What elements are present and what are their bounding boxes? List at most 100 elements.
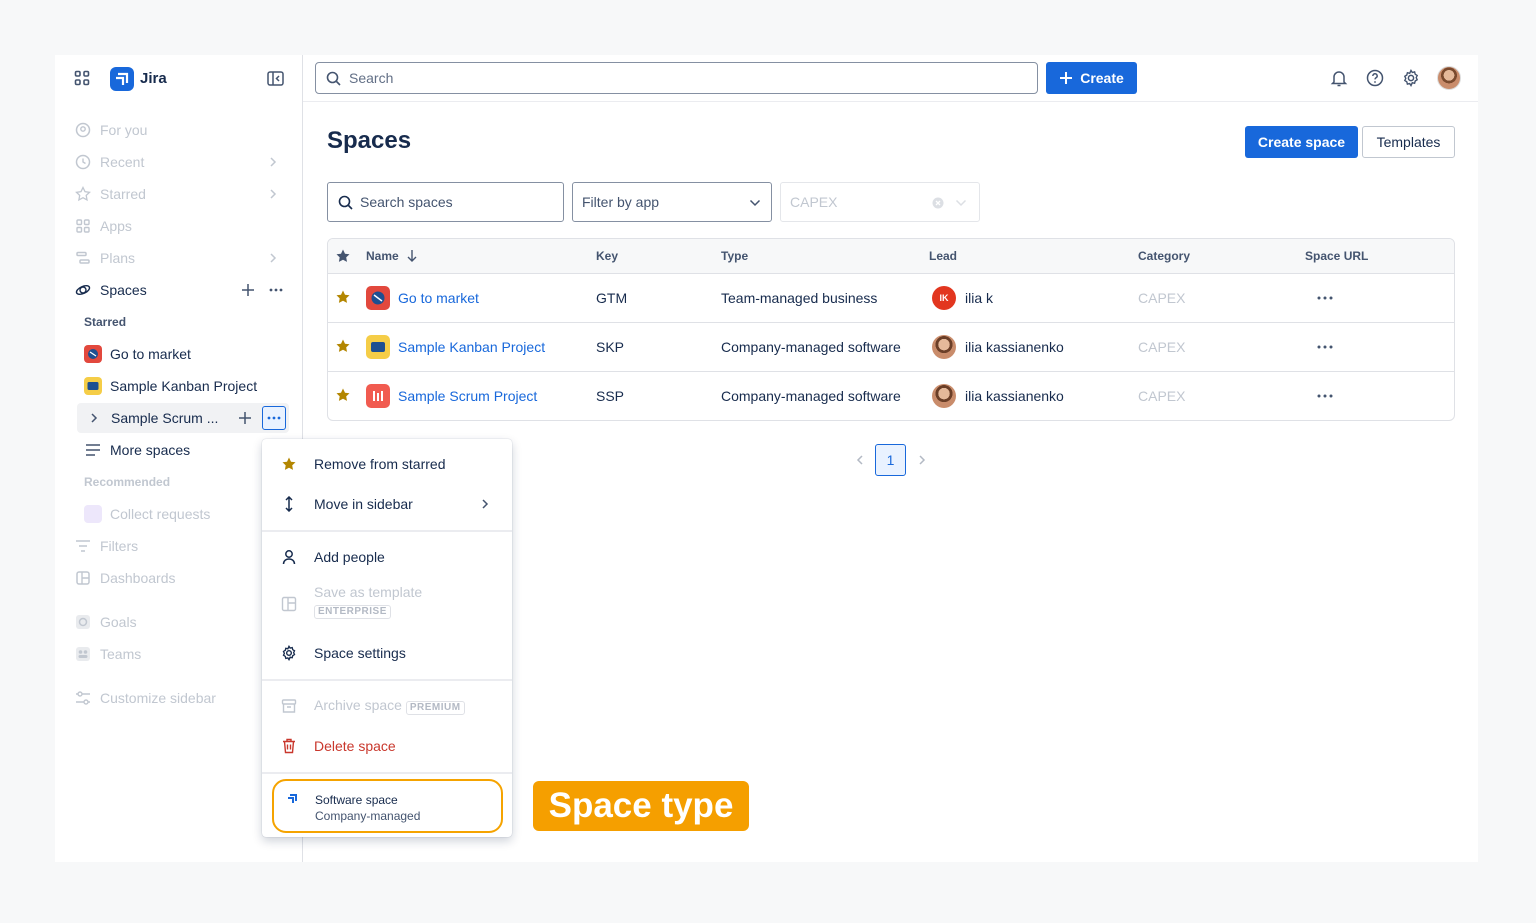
sidebar-item-recent[interactable]: Recent: [69, 147, 289, 177]
menu-item-label: Remove from starred: [314, 456, 446, 472]
sidebar-item-goals[interactable]: Goals: [69, 607, 289, 637]
table-header: Name Key Type Lead Category Space URL: [328, 239, 1454, 274]
settings-gear-icon[interactable]: [1400, 67, 1422, 89]
sidebar-item-starred[interactable]: Starred: [69, 179, 289, 209]
chevron-down-icon: [954, 196, 968, 210]
sidebar-space-sample-scrum[interactable]: Sample Scrum ...: [77, 403, 289, 433]
sidebar-item-apps[interactable]: Apps: [69, 211, 289, 241]
star-icon: [280, 455, 298, 473]
pagination-prev-icon[interactable]: [853, 453, 867, 467]
plans-icon: [74, 249, 92, 267]
starred-star-icon[interactable]: [335, 289, 351, 308]
menu-item-label: Archive space PREMIUM: [314, 697, 465, 715]
lead-avatar: [932, 384, 956, 408]
column-header-category[interactable]: Category: [1138, 249, 1190, 263]
sidebar-space-label: Sample Scrum ...: [111, 410, 219, 426]
jira-logo-icon[interactable]: [110, 67, 134, 91]
notifications-bell-icon[interactable]: [1328, 67, 1350, 89]
table-row: Sample Kanban Project SKP Company-manage…: [328, 323, 1454, 372]
sidebar-space-label: Collect requests: [110, 506, 211, 522]
app-title[interactable]: Jira: [140, 70, 167, 87]
space-type: Team-managed business: [721, 290, 878, 306]
help-icon[interactable]: [1364, 67, 1386, 89]
search-icon: [337, 194, 353, 210]
sidebar-item-teams[interactable]: Teams: [69, 639, 289, 669]
sidebar-space-go-to-market[interactable]: Go to market: [77, 339, 289, 369]
user-avatar[interactable]: [1437, 66, 1461, 90]
sidebar-item-collect-requests[interactable]: Collect requests: [77, 499, 289, 529]
space-type: Company-managed software: [721, 388, 901, 404]
menu-item-archive-space[interactable]: Archive space PREMIUM: [262, 686, 512, 726]
app-switcher-icon[interactable]: [73, 69, 91, 87]
gear-icon: [280, 644, 298, 662]
search-icon: [325, 70, 341, 86]
column-header-space-url[interactable]: Space URL: [1305, 249, 1368, 263]
add-space-icon[interactable]: [239, 281, 257, 299]
enterprise-badge: ENTERPRISE: [314, 605, 391, 619]
menu-item-move-sidebar[interactable]: Move in sidebar: [262, 484, 512, 524]
row-more-options-icon[interactable]: [1314, 287, 1336, 309]
sidebar-item-dashboards[interactable]: Dashboards: [69, 563, 289, 593]
goals-icon: [74, 613, 92, 631]
category-filter-select[interactable]: CAPEX: [780, 182, 980, 222]
pagination-next-icon[interactable]: [915, 453, 929, 467]
row-more-options-icon[interactable]: [1314, 336, 1336, 358]
column-header-type[interactable]: Type: [721, 249, 748, 263]
search-spaces-input[interactable]: Search spaces: [327, 182, 564, 222]
space-type-callout: Space type: [533, 781, 749, 831]
menu-item-delete-space[interactable]: Delete space: [262, 726, 512, 766]
templates-button[interactable]: Templates: [1362, 126, 1455, 158]
space-avatar-icon: [84, 505, 102, 523]
chevron-right-icon[interactable]: [267, 251, 279, 267]
create-button-label: Create: [1080, 70, 1124, 86]
more-options-icon[interactable]: [267, 281, 285, 299]
starred-star-icon[interactable]: [335, 338, 351, 357]
column-header-lead[interactable]: Lead: [929, 249, 957, 263]
sort-arrow-down-icon[interactable]: [405, 248, 419, 264]
plus-icon: [1060, 72, 1073, 84]
space-lead[interactable]: ilia kassianenko: [965, 388, 1064, 404]
sidebar-item-more-spaces[interactable]: More spaces: [77, 435, 289, 465]
sidebar-item-customize[interactable]: Customize sidebar: [69, 683, 289, 713]
sidebar-item-plans[interactable]: Plans: [69, 243, 289, 273]
space-avatar-icon: [84, 345, 102, 363]
filter-by-app-select[interactable]: Filter by app: [572, 182, 772, 222]
space-lead[interactable]: ilia k: [965, 290, 993, 306]
sidebar-item-label: Plans: [100, 250, 136, 266]
trash-icon: [280, 737, 298, 755]
pagination-page-1[interactable]: 1: [875, 444, 906, 476]
sidebar-item-label: Dashboards: [100, 570, 176, 586]
starred-star-icon[interactable]: [335, 387, 351, 406]
menu-item-remove-starred[interactable]: Remove from starred: [262, 444, 512, 484]
sidebar-item-spaces[interactable]: Spaces: [69, 275, 289, 305]
create-space-button[interactable]: Create space: [1245, 126, 1358, 158]
global-search-input[interactable]: Search: [315, 62, 1038, 94]
sidebar-item-filters[interactable]: Filters: [69, 531, 289, 561]
sidebar-item-for-you[interactable]: For you: [69, 115, 289, 145]
sidebar-space-sample-kanban[interactable]: Sample Kanban Project: [77, 371, 289, 401]
chevron-right-icon[interactable]: [267, 155, 279, 171]
menu-item-save-template[interactable]: Save as template ENTERPRISE: [262, 579, 512, 629]
space-lead[interactable]: ilia kassianenko: [965, 339, 1064, 355]
chevron-right-icon[interactable]: [85, 409, 103, 427]
row-more-options-icon[interactable]: [1314, 385, 1336, 407]
column-header-name[interactable]: Name: [366, 249, 399, 263]
chevron-right-icon[interactable]: [267, 187, 279, 203]
menu-item-add-people[interactable]: Add people: [262, 537, 512, 577]
collapse-sidebar-icon[interactable]: [265, 69, 285, 87]
more-options-icon[interactable]: [262, 406, 286, 430]
space-name-link[interactable]: Sample Scrum Project: [398, 388, 537, 404]
premium-badge: PREMIUM: [405, 701, 465, 715]
space-name-link[interactable]: Sample Kanban Project: [398, 339, 545, 355]
menu-divider: [262, 530, 512, 532]
menu-item-space-settings[interactable]: Space settings: [262, 633, 512, 673]
sidebar-space-label: Go to market: [110, 346, 191, 362]
space-category: CAPEX: [1138, 388, 1186, 404]
create-button[interactable]: Create: [1046, 62, 1137, 94]
teams-icon: [74, 645, 92, 663]
space-name-link[interactable]: Go to market: [398, 290, 479, 306]
clear-icon[interactable]: [931, 196, 945, 210]
add-icon[interactable]: [236, 409, 254, 427]
template-icon: [280, 595, 298, 613]
column-header-key[interactable]: Key: [596, 249, 618, 263]
